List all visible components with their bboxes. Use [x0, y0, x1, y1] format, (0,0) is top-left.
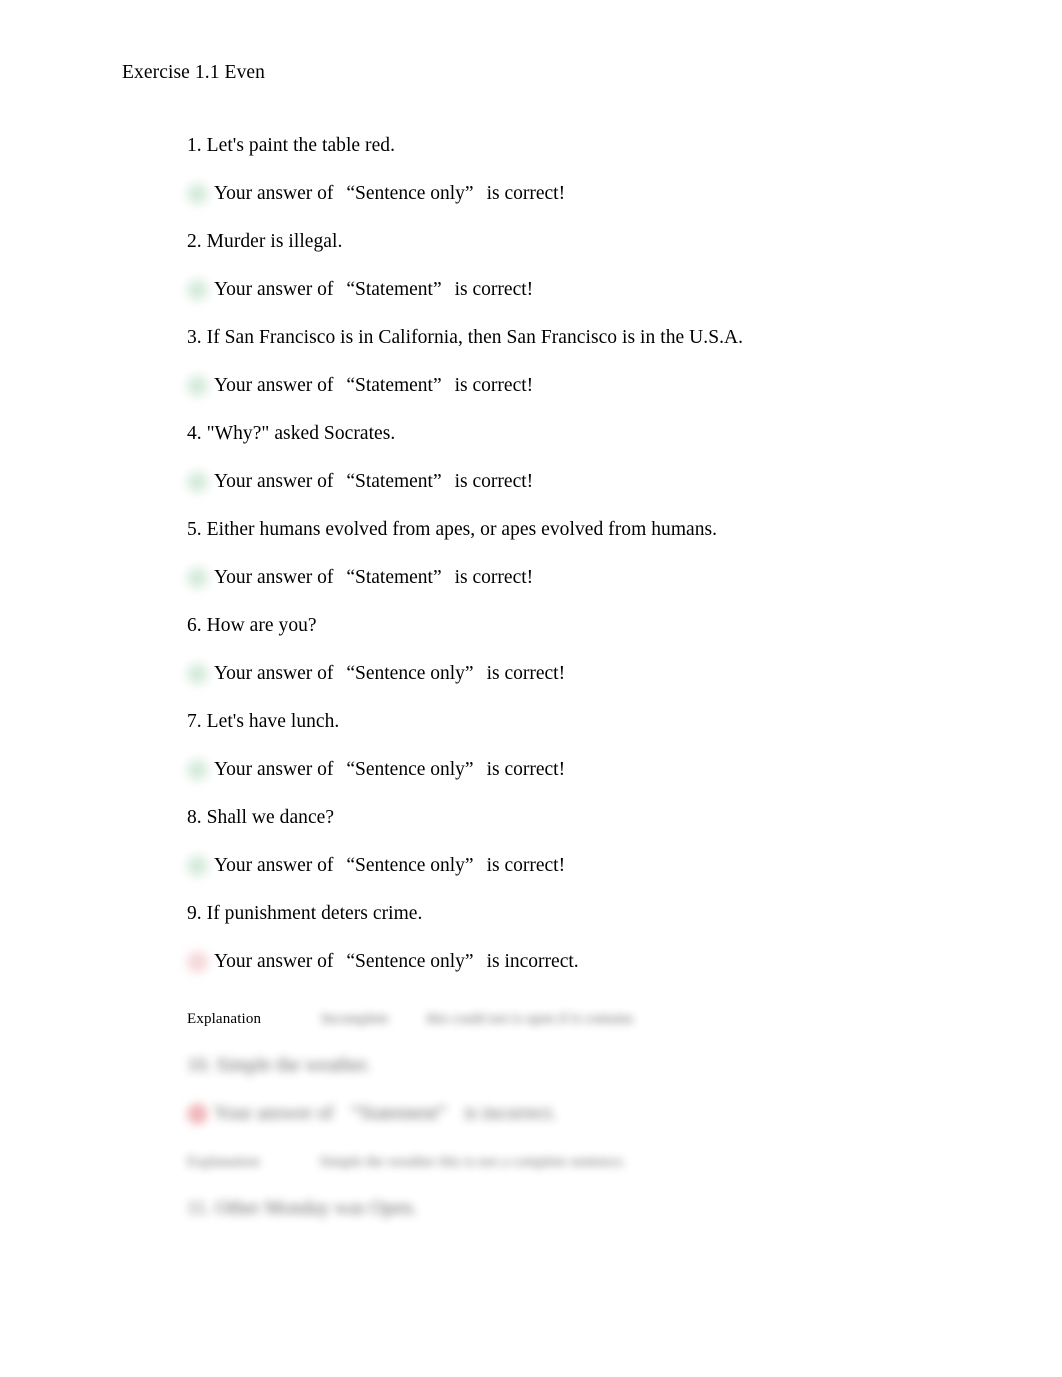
answer-feedback-row: Your answer of “Sentence only” is correc…: [187, 650, 987, 698]
status-correct-icon: [187, 279, 208, 301]
question-text: 1. Let's paint the table red.: [187, 135, 396, 156]
exercise-item: 2. Murder is illegal. Your answer of “St…: [187, 218, 987, 314]
exercise-item: 8. Shall we dance? Your answer of “Sente…: [187, 794, 987, 890]
answer-feedback-text: Your answer of “Sentence only” is correc…: [214, 662, 565, 686]
answer-value: “Sentence only”: [346, 183, 474, 204]
answer-prefix-label: Your answer of: [214, 663, 334, 684]
answer-feedback-row: Your answer of “Statement” is correct!: [187, 554, 987, 602]
document-page: Exercise 1.1 Even 1. Let's paint the tab…: [0, 0, 1062, 1377]
answer-feedback-row: Your answer of “Sentence only” is correc…: [187, 170, 987, 218]
page-title: Exercise 1.1 Even: [122, 62, 266, 83]
answer-feedback-text: Your answer of “Statement” is correct!: [214, 278, 533, 302]
question-text: 3. If San Francisco is in California, th…: [187, 327, 744, 348]
status-correct-icon: [187, 759, 208, 781]
explanation-blurred-segment: this could not is open if it contains: [426, 1010, 634, 1027]
answer-feedback-text: Your answer of “Statement” is correct!: [214, 374, 533, 398]
answer-feedback-text-blurred: Your answer of “Statement” is incorrect.: [214, 1102, 556, 1126]
answer-value: “Statement”: [351, 1103, 447, 1124]
answer-feedback-row: Your answer of “Sentence only” is correc…: [187, 842, 987, 890]
status-incorrect-icon: [187, 951, 208, 973]
answer-result-label: is correct!: [486, 183, 566, 204]
answer-result-label: is correct!: [454, 567, 534, 588]
answer-feedback-text: Your answer of “Sentence only” is correc…: [214, 758, 565, 782]
answer-prefix-label: Your answer of: [214, 471, 334, 492]
answer-value: “Statement”: [346, 567, 442, 588]
status-correct-icon: [187, 375, 208, 397]
answer-value: “Sentence only”: [346, 759, 474, 780]
status-incorrect-icon: [187, 1103, 208, 1125]
question-text: 7. Let's have lunch.: [187, 711, 340, 732]
question-text: 4. "Why?" asked Socrates.: [187, 423, 396, 444]
answer-value: “Sentence only”: [346, 663, 474, 684]
explanation-row: Explanation Incomplete this could not is…: [187, 995, 1007, 1042]
answer-result-label: is incorrect.: [486, 951, 579, 972]
answer-feedback-row: Your answer of “Sentence only” is incorr…: [187, 938, 987, 986]
answer-feedback-text: Your answer of “Statement” is correct!: [214, 470, 533, 494]
answer-result-label: is incorrect.: [464, 1103, 557, 1124]
answer-feedback-text: Your answer of “Sentence only” is incorr…: [214, 950, 579, 974]
answer-result-label: is correct!: [454, 375, 534, 396]
answer-value: “Sentence only”: [346, 951, 474, 972]
answer-prefix-label: Your answer of: [214, 567, 334, 588]
exercise-item: 5. Either humans evolved from apes, or a…: [187, 506, 987, 602]
answer-prefix-label: Your answer of: [214, 855, 334, 876]
answer-feedback-text: Your answer of “Sentence only” is correc…: [214, 854, 565, 878]
explanation-section: Explanation Incomplete this could not is…: [187, 995, 1007, 1233]
answer-feedback-row: Your answer of “Statement” is correct!: [187, 458, 987, 506]
question-text: 6. How are you?: [187, 615, 317, 636]
explanation-label: Explanation: [187, 1010, 262, 1027]
answer-feedback-row-blurred: Your answer of “Statement” is incorrect.: [187, 1090, 1007, 1138]
answer-value: “Sentence only”: [346, 855, 474, 876]
answer-feedback-row: Your answer of “Statement” is correct!: [187, 266, 987, 314]
question-text-blurred: 10. Simple the weather.: [187, 1055, 371, 1076]
question-text: 2. Murder is illegal.: [187, 231, 343, 252]
explanation-row-blurred: Explanation Simple the weather this is n…: [187, 1138, 1007, 1185]
answer-prefix-label: Your answer of: [214, 183, 334, 204]
answer-value: “Statement”: [346, 471, 442, 492]
exercise-item: 1. Let's paint the table red. Your answe…: [187, 122, 987, 218]
answer-result-label: is correct!: [486, 663, 566, 684]
status-correct-icon: [187, 855, 208, 877]
answer-prefix-label: Your answer of: [214, 759, 334, 780]
explanation-label-blurred: Explanation: [187, 1153, 260, 1170]
answer-result-label: is correct!: [486, 855, 566, 876]
explanation-body-blurred: Simple the weather this is not a complet…: [319, 1153, 626, 1170]
answer-feedback-row: Your answer of “Statement” is correct!: [187, 362, 987, 410]
explanation-blurred-segment: Incomplete: [321, 1010, 389, 1027]
exercise-item: 4. "Why?" asked Socrates. Your answer of…: [187, 410, 987, 506]
answer-prefix-label: Your answer of: [214, 279, 334, 300]
answer-prefix-label: Your answer of: [214, 951, 334, 972]
answer-feedback-text: Your answer of “Sentence only” is correc…: [214, 182, 565, 206]
status-correct-icon: [187, 471, 208, 493]
answer-prefix-label: Your answer of: [214, 1103, 334, 1124]
answer-feedback-row: Your answer of “Sentence only” is correc…: [187, 746, 987, 794]
answer-value: “Statement”: [346, 279, 442, 300]
exercise-item: 9. If punishment deters crime. Your answ…: [187, 890, 987, 986]
question-text: 8. Shall we dance?: [187, 807, 335, 828]
exercise-item: 6. How are you? Your answer of “Sentence…: [187, 602, 987, 698]
status-correct-icon: [187, 183, 208, 205]
answer-prefix-label: Your answer of: [214, 375, 334, 396]
answer-result-label: is correct!: [454, 471, 534, 492]
question-text-blurred: 11. Other Monday was Open.: [187, 1198, 417, 1219]
exercise-answer-list: 1. Let's paint the table red. Your answe…: [187, 122, 987, 986]
answer-value: “Statement”: [346, 375, 442, 396]
answer-result-label: is correct!: [486, 759, 566, 780]
question-text: 9. If punishment deters crime.: [187, 903, 423, 924]
question-text: 5. Either humans evolved from apes, or a…: [187, 519, 718, 540]
status-correct-icon: [187, 567, 208, 589]
exercise-item: 3. If San Francisco is in California, th…: [187, 314, 987, 410]
status-correct-icon: [187, 663, 208, 685]
exercise-item: 7. Let's have lunch. Your answer of “Sen…: [187, 698, 987, 794]
answer-result-label: is correct!: [454, 279, 534, 300]
explanation-body-blurred: Incomplete this could not is open if it …: [321, 1009, 633, 1029]
answer-feedback-text: Your answer of “Statement” is correct!: [214, 566, 533, 590]
